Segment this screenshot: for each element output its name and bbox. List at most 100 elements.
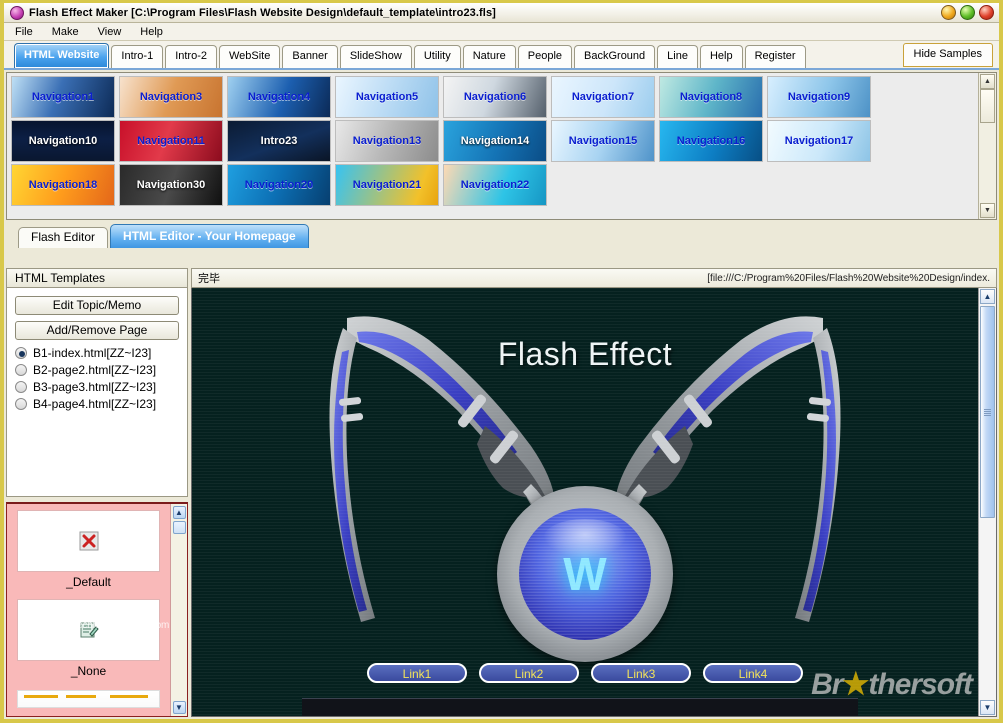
sample-thumbnail-label: Navigation21 — [352, 179, 422, 191]
tab-slideshow[interactable]: SlideShow — [339, 45, 412, 68]
sample-thumbnail-label: Intro23 — [260, 135, 298, 147]
sample-thumbnail[interactable]: Navigation6 — [443, 76, 547, 118]
scroll-grip-icon — [984, 408, 991, 416]
swatch-scroll-up-button[interactable]: ▲ — [172, 506, 186, 519]
close-button[interactable] — [979, 5, 994, 20]
browser-scrollbar[interactable]: ▲ ▼ — [978, 288, 996, 716]
menu-item-file[interactable]: File — [13, 25, 35, 39]
sample-thumbnail[interactable]: Navigation20 — [227, 164, 331, 206]
gallery-scroll-down-button[interactable]: ▼ — [980, 203, 995, 218]
radio-icon[interactable] — [15, 347, 27, 359]
tab-intro-2[interactable]: Intro-2 — [165, 45, 217, 68]
radio-icon[interactable] — [15, 364, 27, 376]
tab-intro-1[interactable]: Intro-1 — [111, 45, 164, 68]
gallery-scroll-thumb[interactable] — [980, 89, 995, 123]
page-radio-label: B1-index.html[ZZ~I23] — [33, 346, 152, 360]
flash-title: Flash Effect — [497, 336, 673, 372]
sample-thumbnail[interactable]: Navigation8 — [659, 76, 763, 118]
sample-thumbnail[interactable]: Navigation10 — [11, 120, 115, 162]
list-item[interactable] — [17, 510, 160, 572]
flash-stage[interactable]: W Flash Effect Link1 Link2 Link3 Link4 Y… — [192, 288, 978, 716]
central-orb-graphic: W — [497, 486, 673, 662]
browser-scroll-thumb[interactable] — [980, 306, 995, 518]
flash-link-row: Link1 Link2 Link3 Link4 — [192, 663, 978, 683]
tab-register[interactable]: Register — [744, 45, 806, 68]
add-remove-page-button[interactable]: Add/Remove Page — [15, 321, 179, 340]
edit-topic-memo-button[interactable]: Edit Topic/Memo — [15, 296, 179, 315]
browser-scroll-track[interactable] — [980, 518, 995, 700]
tab-flash-editor[interactable]: Flash Editor — [18, 227, 109, 248]
swatch-scrollbar[interactable]: ▲ ▼ — [170, 504, 187, 716]
sample-thumbnail[interactable]: Navigation17 — [767, 120, 871, 162]
gallery-scroll-up-button[interactable]: ▲ — [980, 74, 995, 89]
radio-icon[interactable] — [15, 381, 27, 393]
tab-line[interactable]: Line — [657, 45, 698, 68]
sample-thumbnail[interactable]: Navigation18 — [11, 164, 115, 206]
sample-thumbnail-label: Navigation30 — [136, 179, 206, 191]
page-radio-row[interactable]: B3-page3.html[ZZ~I23] — [15, 380, 179, 394]
tab-website[interactable]: WebSite — [218, 45, 281, 68]
sample-thumbnail-label: Navigation15 — [568, 135, 638, 147]
sample-thumbnail[interactable]: Navigation16 — [659, 120, 763, 162]
flash-link-1[interactable]: Link1 — [367, 663, 467, 683]
swatch-scroll-down-button[interactable]: ▼ — [172, 701, 186, 714]
menu-item-help[interactable]: Help — [138, 25, 165, 39]
sample-thumbnail-label: Navigation16 — [676, 135, 746, 147]
sample-thumbnail-label: Navigation20 — [244, 179, 314, 191]
menu-item-view[interactable]: View — [96, 25, 124, 39]
swatch-scroll-thumb[interactable] — [172, 521, 186, 534]
maximize-button[interactable] — [960, 5, 975, 20]
template-page-box: Edit Topic/Memo Add/Remove Page B1-index… — [6, 287, 188, 497]
main-split: HTML Templates Edit Topic/Memo Add/Remov… — [6, 268, 997, 717]
tab-html-editor[interactable]: HTML Editor - Your Homepage — [110, 224, 309, 248]
flash-link-3[interactable]: Link3 — [591, 663, 691, 683]
sample-thumbnail[interactable]: Navigation15 — [551, 120, 655, 162]
flash-topic-heading: Your Topic1-1: — [322, 713, 858, 716]
minimize-button[interactable] — [941, 5, 956, 20]
gallery-scrollbar[interactable]: ▲ ▼ — [978, 73, 996, 219]
hide-samples-button[interactable]: Hide Samples — [902, 43, 993, 67]
sample-thumbnail[interactable]: Navigation3 — [119, 76, 223, 118]
page-radio-row[interactable]: B1-index.html[ZZ~I23] — [15, 346, 179, 360]
left-panel-header: HTML Templates — [6, 268, 188, 287]
sample-thumbnail[interactable]: Navigation1 — [11, 76, 115, 118]
browser-scroll-down-button[interactable]: ▼ — [980, 700, 995, 715]
sample-thumbnail-label: Navigation8 — [679, 91, 743, 103]
tab-background[interactable]: BackGround — [574, 45, 656, 68]
sample-thumbnail[interactable]: Navigation4 — [227, 76, 331, 118]
sample-thumbnail[interactable]: Navigation9 — [767, 76, 871, 118]
sample-thumbnail[interactable]: Navigation11 — [119, 120, 223, 162]
sample-thumbnail[interactable]: Navigation7 — [551, 76, 655, 118]
radio-icon[interactable] — [15, 398, 27, 410]
browser-scroll-up-button[interactable]: ▲ — [980, 289, 995, 304]
page-radio-label: B3-page3.html[ZZ~I23] — [33, 380, 157, 394]
tab-help[interactable]: Help — [699, 45, 743, 68]
tab-nature[interactable]: Nature — [462, 45, 516, 68]
list-item[interactable] — [17, 599, 160, 661]
sample-thumbnail[interactable]: Navigation5 — [335, 76, 439, 118]
samples-thumbnail-list: Navigation1 Navigation3 Navigation4 Navigat… — [7, 73, 978, 219]
swatch-preview-strip[interactable] — [17, 690, 160, 708]
tab-banner[interactable]: Banner — [282, 45, 338, 68]
swatch-label: _Default — [66, 575, 111, 589]
sample-thumbnail-label: Navigation22 — [460, 179, 530, 191]
page-radio-row[interactable]: B2-page2.html[ZZ~I23] — [15, 363, 179, 377]
sample-thumbnail[interactable]: Intro23 — [227, 120, 331, 162]
sample-thumbnail-label: Navigation7 — [571, 91, 635, 103]
gallery-scroll-track[interactable] — [980, 89, 995, 203]
sample-thumbnail[interactable]: Navigation30 — [119, 164, 223, 206]
sample-thumbnail-label: Navigation13 — [352, 135, 422, 147]
page-radio-row[interactable]: B4-page4.html[ZZ~I23] — [15, 397, 179, 411]
sample-thumbnail[interactable]: Navigation13 — [335, 120, 439, 162]
sample-thumbnail-label: Navigation17 — [784, 135, 854, 147]
sample-thumbnail[interactable]: Navigation22 — [443, 164, 547, 206]
sample-thumbnail[interactable]: Navigation21 — [335, 164, 439, 206]
menu-item-make[interactable]: Make — [50, 25, 81, 39]
sample-thumbnail[interactable]: Navigation14 — [443, 120, 547, 162]
sample-thumbnail-label: Navigation9 — [787, 91, 851, 103]
flash-link-2[interactable]: Link2 — [479, 663, 579, 683]
tab-people[interactable]: People — [517, 45, 573, 68]
tab-html-website[interactable]: HTML Website — [14, 43, 110, 68]
tab-utility[interactable]: Utility — [413, 45, 461, 68]
flash-link-4[interactable]: Link4 — [703, 663, 803, 683]
